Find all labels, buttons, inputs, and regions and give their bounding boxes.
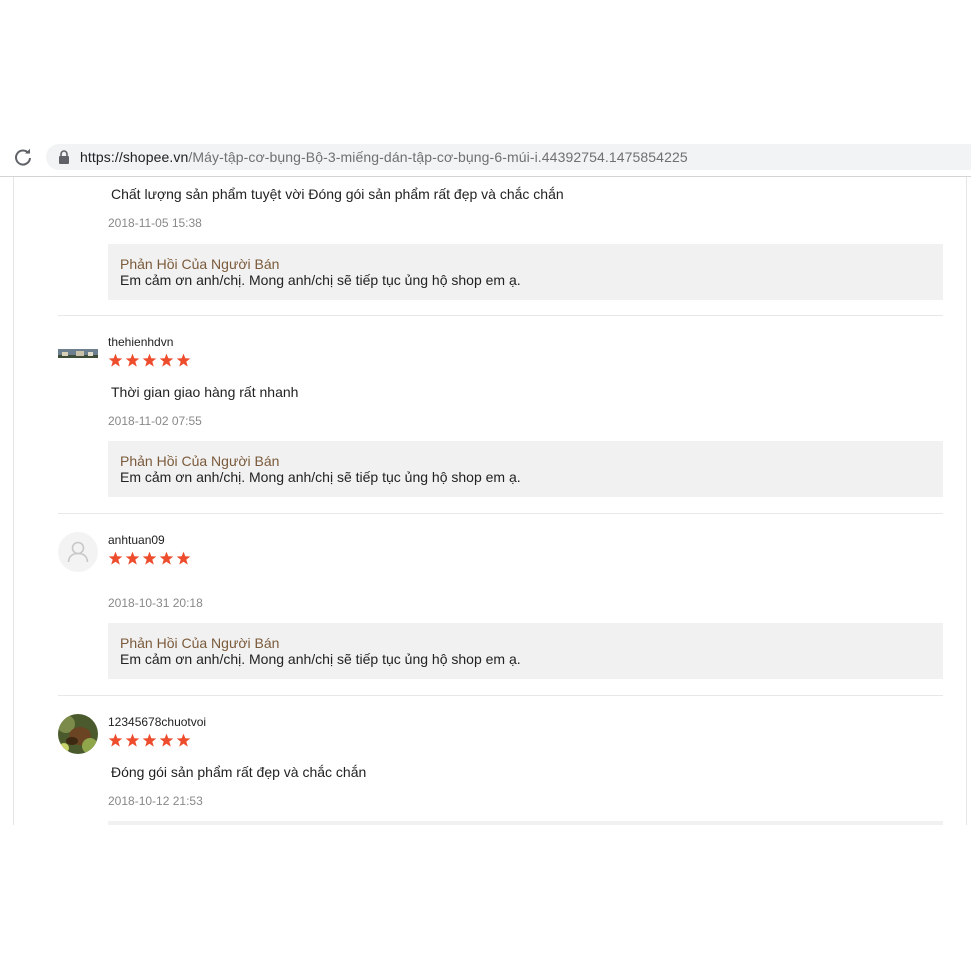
seller-reply-text: Em cảm ơn anh/chị. Mong anh/chị sẽ tiếp … <box>120 651 521 667</box>
star-icon <box>125 733 140 747</box>
review-time: 2018-11-02 07:55 <box>108 414 202 428</box>
browser-window: https://shopee.vn/Máy-tập-cơ-bụng-Bộ-3-m… <box>0 0 971 971</box>
page-viewport[interactable]: Chất lượng sản phẩm tuyệt vời Đóng gói s… <box>0 177 971 825</box>
star-icon <box>159 733 174 747</box>
seller-reply-title: Phản Hồi Của Người Bán <box>120 635 280 651</box>
seller-reply: Phản Hồi Của Người Bán Em cảm ơn anh/chị… <box>108 441 943 497</box>
star-icon <box>142 733 157 747</box>
seller-reply <box>108 821 943 825</box>
seller-reply-title: Phản Hồi Của Người Bán <box>120 453 280 469</box>
seller-reply: Phản Hồi Của Người Bán Em cảm ơn anh/chị… <box>108 623 943 679</box>
lock-icon[interactable] <box>58 150 70 164</box>
url-host: https://shopee.vn <box>80 149 189 165</box>
review-divider <box>58 695 943 696</box>
star-icon <box>108 733 123 747</box>
seller-reply-text: Em cảm ơn anh/chị. Mong anh/chị sẽ tiếp … <box>120 272 521 288</box>
seller-reply: Phản Hồi Của Người Bán Em cảm ơn anh/chị… <box>108 244 943 300</box>
review-username[interactable]: thehienhdvn <box>108 335 173 349</box>
review-time: 2018-10-31 20:18 <box>108 596 203 610</box>
rating-stars <box>108 733 191 749</box>
url-path: /Máy-tập-cơ-bụng-Bộ-3-miếng-dán-tập-cơ-b… <box>188 149 688 165</box>
review-comment: Đóng gói sản phẩm rất đẹp và chắc chắn <box>111 764 367 780</box>
avatar[interactable] <box>58 532 98 572</box>
star-icon <box>125 551 140 565</box>
address-bar: https://shopee.vn/Máy-tập-cơ-bụng-Bộ-3-m… <box>0 138 971 177</box>
star-icon <box>108 551 123 565</box>
user-icon <box>67 541 89 563</box>
review-divider <box>58 513 943 514</box>
star-icon <box>125 353 140 367</box>
star-icon <box>176 353 191 367</box>
url-text: https://shopee.vn/Máy-tập-cơ-bụng-Bộ-3-m… <box>80 149 688 165</box>
star-icon <box>159 551 174 565</box>
avatar[interactable] <box>58 714 98 754</box>
star-icon <box>176 551 191 565</box>
review-time: 2018-10-12 21:53 <box>108 794 203 808</box>
content-border-right <box>966 177 967 825</box>
review-username[interactable]: anhtuan09 <box>108 533 165 547</box>
review-username[interactable]: 12345678chuotvoi <box>108 715 206 729</box>
star-icon <box>108 353 123 367</box>
review-comment: Chất lượng sản phẩm tuyệt vời Đóng gói s… <box>111 186 564 202</box>
content-border-left <box>13 177 14 825</box>
review-comment: Thời gian giao hàng rất nhanh <box>111 384 299 400</box>
seller-reply-title: Phản Hồi Của Người Bán <box>120 256 280 272</box>
reload-icon[interactable] <box>12 147 34 169</box>
star-icon <box>142 353 157 367</box>
star-icon <box>176 733 191 747</box>
rating-stars <box>108 353 191 369</box>
star-icon <box>159 353 174 367</box>
rating-stars <box>108 551 191 567</box>
review-divider <box>58 315 943 316</box>
review-time: 2018-11-05 15:38 <box>108 216 202 230</box>
avatar[interactable] <box>58 347 98 358</box>
url-field[interactable]: https://shopee.vn/Máy-tập-cơ-bụng-Bộ-3-m… <box>46 144 971 170</box>
star-icon <box>142 551 157 565</box>
seller-reply-text: Em cảm ơn anh/chị. Mong anh/chị sẽ tiếp … <box>120 469 521 485</box>
